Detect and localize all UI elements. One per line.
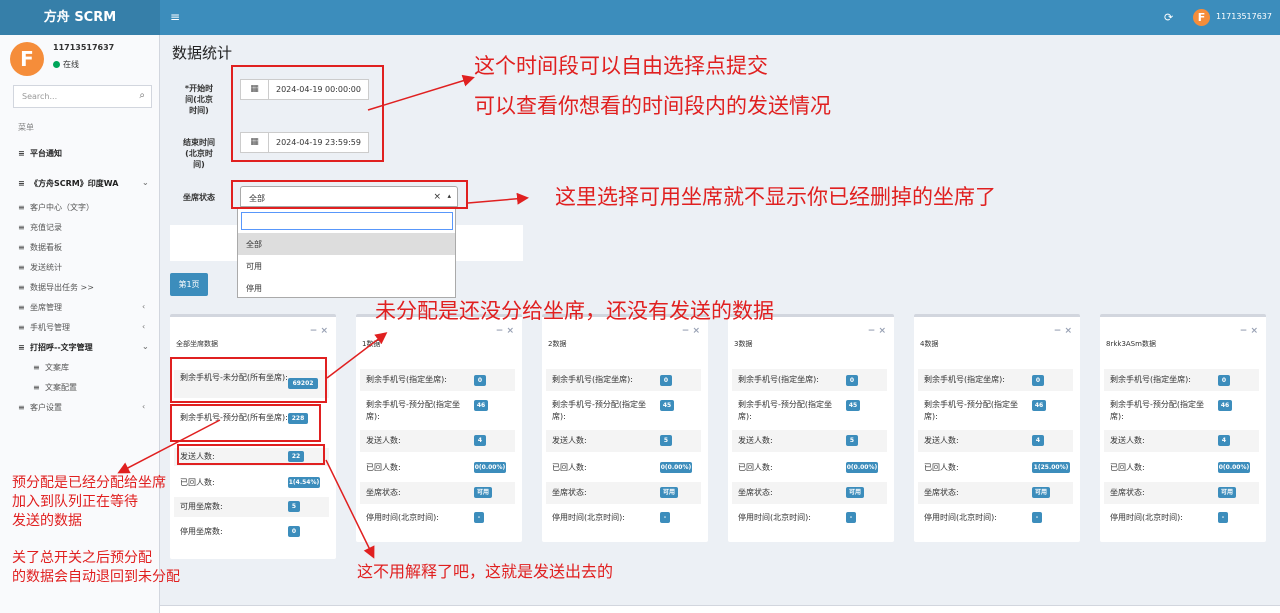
- arrow-sent: [325, 459, 375, 559]
- annotation-pre-1: 预分配是已经分配给坐席: [12, 475, 166, 491]
- annotation-seat-note: 这里选择可用坐席就不显示你已经删掉的坐席了: [555, 185, 996, 209]
- arrow-time: [367, 74, 475, 111]
- annotation-pre-3: 发送的数据: [12, 513, 82, 529]
- annotation-switch-2: 的数据会自动退回到未分配: [12, 569, 180, 585]
- annotation-time-line1: 这个时间段可以自由选择点提交: [474, 54, 768, 78]
- annotation-sent: 这不用解释了吧，这就是发送出去的: [357, 562, 614, 581]
- arrow-unassigned: [326, 332, 388, 379]
- arrow-seat: [467, 192, 529, 205]
- annotation-time-line2: 可以查看你想看的时间段内的发送情况: [474, 94, 831, 118]
- annotation-unassigned: 未分配是还没分给坐席，还没有发送的数据: [375, 299, 774, 323]
- annotation-pre-2: 加入到队列正在等待: [12, 494, 138, 510]
- arrow-preassigned: [117, 419, 221, 474]
- annotation-switch-1: 关了总开关之后预分配: [12, 550, 152, 566]
